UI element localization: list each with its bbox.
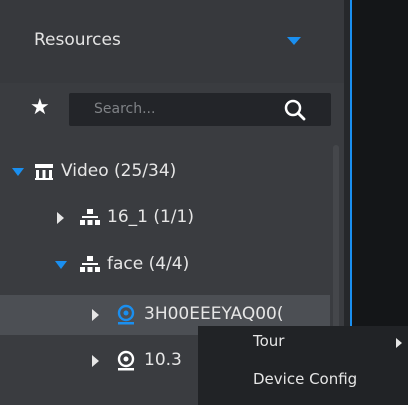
- expand-right-icon[interactable]: [92, 309, 99, 321]
- tree-node-label: 16_1 (1/1): [107, 207, 194, 227]
- org-icon: [80, 256, 100, 272]
- expand-right-icon[interactable]: [92, 355, 99, 367]
- panel-title: Resources: [34, 30, 121, 50]
- star-icon[interactable]: ★: [30, 97, 50, 119]
- expand-down-icon[interactable]: [12, 168, 24, 176]
- resources-header: Resources: [0, 0, 344, 83]
- org-icon: [80, 209, 100, 225]
- tree-node-label: face (4/4): [107, 254, 190, 274]
- search-input[interactable]: [94, 99, 274, 119]
- search-box[interactable]: [69, 93, 331, 126]
- camera-icon: [117, 350, 135, 371]
- tree-node-16-1[interactable]: 16_1 (1/1): [0, 198, 330, 238]
- video-group-icon: [35, 164, 53, 180]
- expand-down-icon[interactable]: [55, 261, 67, 269]
- submenu-arrow-icon: [396, 338, 402, 348]
- tree-node-face[interactable]: face (4/4): [0, 245, 330, 285]
- menu-item-tour[interactable]: Tour: [198, 326, 408, 358]
- expand-right-icon[interactable]: [57, 212, 64, 224]
- camera-icon: [117, 304, 135, 325]
- context-menu: Tour Device Config: [198, 326, 408, 405]
- menu-item-label: Device Config: [253, 370, 358, 388]
- tree-node-label: 10.3: [144, 350, 182, 370]
- menu-item-device-config[interactable]: Device Config: [198, 364, 408, 396]
- search-icon[interactable]: [282, 97, 308, 123]
- tree-node-label: Video (25/34): [61, 161, 177, 181]
- menu-item-label: Tour: [253, 332, 285, 350]
- caret-down-icon[interactable]: [287, 37, 301, 45]
- tree-node-label: 3H00EEEYAQ00(: [144, 304, 284, 324]
- tree-node-video[interactable]: Video (25/34): [0, 152, 330, 192]
